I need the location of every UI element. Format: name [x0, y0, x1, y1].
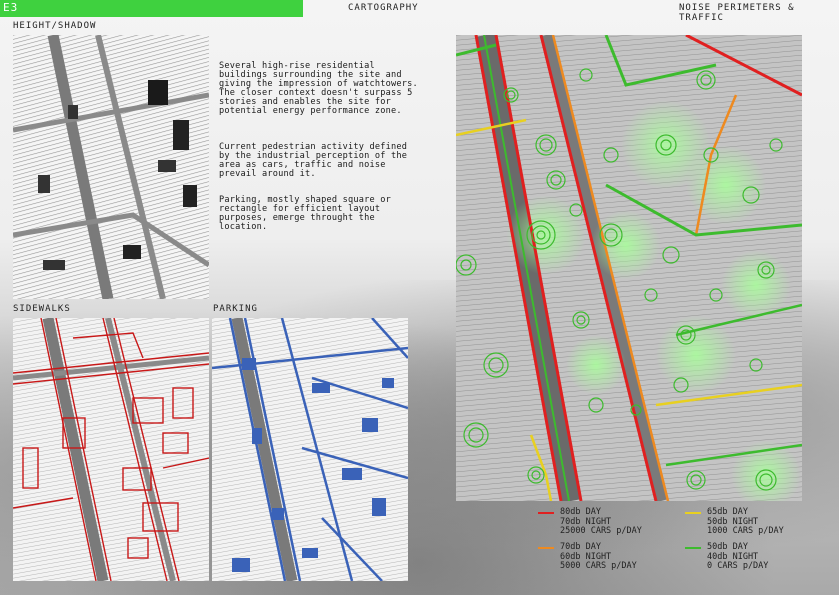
- legend-traffic: 25000 CARS p/DAY: [560, 526, 642, 536]
- center-title: CARTOGRAPHY: [348, 3, 419, 13]
- right-title: NOISE PERIMETERS & TRAFFIC: [679, 3, 795, 23]
- legend-swatch-red: [538, 512, 554, 514]
- legend-item-80db: 80db DAY 70db NIGHT 25000 CARS p/DAY: [538, 507, 642, 537]
- legend-swatch-orange: [538, 547, 554, 549]
- legend-traffic: 0 CARS p/DAY: [707, 561, 769, 571]
- description-paragraph-1: Several high-rise residential buildings …: [219, 61, 418, 117]
- height-shadow-map: [13, 35, 209, 299]
- noise-traffic-map: [456, 35, 802, 501]
- legend-swatch-green: [685, 547, 701, 549]
- section-tag: E3: [0, 0, 303, 17]
- legend-traffic: 1000 CARS p/DAY: [707, 526, 784, 536]
- parking-label: PARKING: [213, 304, 258, 314]
- legend-traffic: 5000 CARS p/DAY: [560, 561, 637, 571]
- legend-item-50db: 50db DAY 40db NIGHT 0 CARS p/DAY: [685, 542, 769, 572]
- sidewalks-map: [13, 318, 209, 581]
- description-paragraph-3: Parking, mostly shaped square or rectang…: [219, 195, 391, 233]
- section-tag-text: E3: [3, 1, 19, 14]
- legend-swatch-yellow: [685, 512, 701, 514]
- height-shadow-label: HEIGHT/SHADOW: [13, 21, 97, 31]
- legend-item-70db: 70db DAY 60db NIGHT 5000 CARS p/DAY: [538, 542, 637, 572]
- legend-item-65db: 65db DAY 50db NIGHT 1000 CARS p/DAY: [685, 507, 784, 537]
- parking-map: [212, 318, 408, 581]
- description-paragraph-2: Current pedestrian activity defined by t…: [219, 142, 408, 180]
- sidewalks-label: SIDEWALKS: [13, 304, 71, 314]
